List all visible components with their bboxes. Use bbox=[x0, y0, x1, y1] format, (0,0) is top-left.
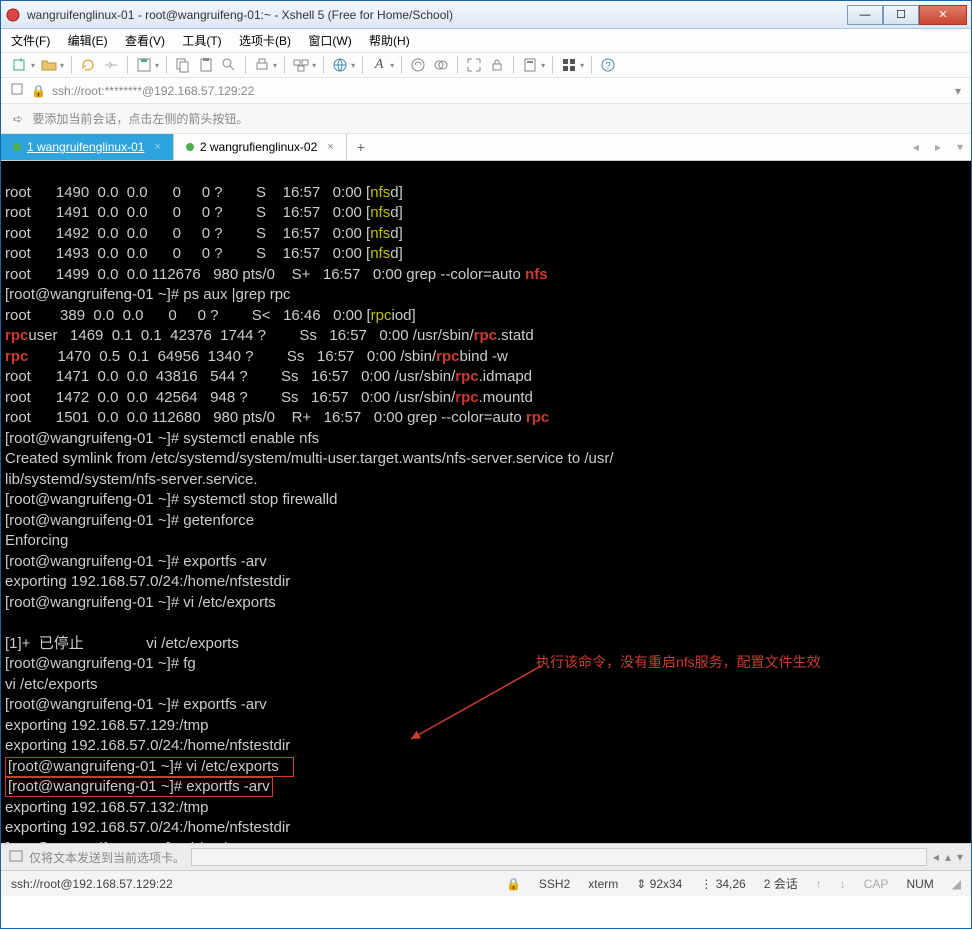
status-connection: ssh://root@192.168.57.129:22 bbox=[11, 877, 173, 891]
expand-icon[interactable] bbox=[465, 56, 483, 74]
tab-close-icon[interactable]: × bbox=[327, 141, 333, 153]
copy-icon[interactable] bbox=[174, 56, 192, 74]
close-button[interactable]: ✕ bbox=[919, 5, 967, 25]
find-icon[interactable] bbox=[220, 56, 238, 74]
menu-tabs[interactable]: 选项卡(B) bbox=[239, 34, 291, 48]
hint-arrow-icon[interactable]: ➪ bbox=[13, 112, 23, 126]
toolbar: ▾ ▾ ▾ ▾ ▾ ▾ A▾ ▾ ▾ ? bbox=[1, 53, 971, 78]
status-term: xterm bbox=[588, 877, 618, 891]
menu-view[interactable]: 查看(V) bbox=[125, 34, 165, 48]
addr-url[interactable]: ssh://root:********@192.168.57.129:22 bbox=[52, 84, 949, 98]
status-up-icon[interactable]: ↑ bbox=[816, 877, 822, 891]
menu-file[interactable]: 文件(F) bbox=[11, 34, 50, 48]
tab-session-2[interactable]: 2 wangrufienglinux-02 × bbox=[174, 134, 347, 160]
address-bar: 🔒 ssh://root:********@192.168.57.129:22 … bbox=[1, 78, 971, 104]
open-icon[interactable] bbox=[40, 56, 58, 74]
send-up-icon[interactable]: ▴ bbox=[945, 850, 951, 864]
annotation-text: 执行该命令，没有重启nfs服务，配置文件生效 bbox=[536, 653, 821, 673]
app-icon bbox=[5, 7, 21, 23]
send-toggle-icon[interactable]: ◂ bbox=[933, 850, 939, 864]
status-pos-icon: ⋮ bbox=[700, 877, 715, 891]
terminal-output[interactable]: root 1490 0.0 0.0 0 0 ? S 16:57 0:00 [nf… bbox=[1, 161, 971, 843]
transparency-icon[interactable] bbox=[432, 56, 450, 74]
help-icon[interactable]: ? bbox=[599, 56, 617, 74]
window-title: wangruifenglinux-01 - root@wangruifeng-0… bbox=[27, 8, 847, 22]
sessions-icon[interactable] bbox=[292, 56, 310, 74]
status-lock-icon: 🔒 bbox=[506, 877, 521, 891]
tab-session-1[interactable]: 1 wangruifenglinux-01 × bbox=[1, 134, 174, 160]
status-resize-icon[interactable]: ◢ bbox=[952, 877, 961, 891]
menu-tools[interactable]: 工具(T) bbox=[182, 34, 221, 48]
send-down-icon[interactable]: ▾ bbox=[957, 850, 963, 864]
send-label: 仅将文本发送到当前选项卡。 bbox=[29, 849, 185, 866]
tab-nav-drop-icon[interactable]: ▾ bbox=[949, 140, 971, 154]
status-ssh: SSH2 bbox=[539, 877, 570, 891]
status-down-icon[interactable]: ↓ bbox=[840, 877, 846, 891]
tab-close-icon[interactable]: × bbox=[154, 141, 160, 153]
status-num: NUM bbox=[906, 877, 933, 891]
tab-nav-right-icon[interactable]: ▸ bbox=[927, 140, 949, 154]
status-size-icon: ⇕ bbox=[636, 877, 649, 891]
maximize-button[interactable]: ☐ bbox=[883, 5, 919, 25]
hint-text: 要添加当前会话，点击左侧的箭头按钮。 bbox=[32, 112, 248, 126]
new-session-icon[interactable] bbox=[11, 56, 29, 74]
disconnect-icon[interactable] bbox=[102, 56, 120, 74]
paste-icon[interactable] bbox=[197, 56, 215, 74]
tab-add-button[interactable]: + bbox=[347, 135, 375, 159]
send-bar: 仅将文本发送到当前选项卡。 ◂ ▴ ▾ bbox=[1, 843, 971, 870]
print-icon[interactable] bbox=[253, 56, 271, 74]
status-dot-icon bbox=[13, 143, 21, 151]
lock-icon[interactable] bbox=[488, 56, 506, 74]
status-dot-icon bbox=[186, 143, 194, 151]
hint-bar: ➪ 要添加当前会话，点击左侧的箭头按钮。 bbox=[1, 104, 971, 134]
globe-icon[interactable] bbox=[331, 56, 349, 74]
status-pos: 34,26 bbox=[716, 877, 746, 891]
tab-label: 1 wangruifenglinux-01 bbox=[27, 140, 144, 154]
font-icon[interactable]: A bbox=[370, 56, 388, 74]
tab-nav-left-icon[interactable]: ◂ bbox=[905, 140, 927, 154]
menu-help[interactable]: 帮助(H) bbox=[369, 34, 410, 48]
session-tabs: 1 wangruifenglinux-01 × 2 wangrufienglin… bbox=[1, 134, 971, 161]
addr-drop-icon[interactable]: ▾ bbox=[955, 84, 961, 98]
status-sessions: 2 会话 bbox=[764, 875, 798, 892]
tab-label: 2 wangrufienglinux-02 bbox=[200, 140, 317, 154]
minimize-button[interactable]: — bbox=[847, 5, 883, 25]
status-size: 92x34 bbox=[650, 877, 683, 891]
send-icon[interactable] bbox=[9, 849, 23, 866]
addr-new-icon[interactable] bbox=[11, 82, 25, 99]
annotation-arrow bbox=[401, 661, 551, 751]
menu-edit[interactable]: 编辑(E) bbox=[68, 34, 108, 48]
status-cap: CAP bbox=[864, 877, 889, 891]
properties-icon[interactable] bbox=[135, 56, 153, 74]
send-input[interactable] bbox=[191, 848, 927, 866]
calc-icon[interactable] bbox=[521, 56, 539, 74]
menu-window[interactable]: 窗口(W) bbox=[308, 34, 351, 48]
svg-text:?: ? bbox=[605, 61, 611, 72]
fullscreen-icon[interactable] bbox=[409, 56, 427, 74]
menubar: 文件(F) 编辑(E) 查看(V) 工具(T) 选项卡(B) 窗口(W) 帮助(… bbox=[1, 29, 971, 53]
reconnect-icon[interactable] bbox=[79, 56, 97, 74]
titlebar: wangruifenglinux-01 - root@wangruifeng-0… bbox=[1, 1, 971, 29]
layout-icon[interactable] bbox=[560, 56, 578, 74]
addr-lock-icon: 🔒 bbox=[31, 84, 46, 98]
statusbar: ssh://root@192.168.57.129:22 🔒 SSH2 xter… bbox=[1, 870, 971, 896]
